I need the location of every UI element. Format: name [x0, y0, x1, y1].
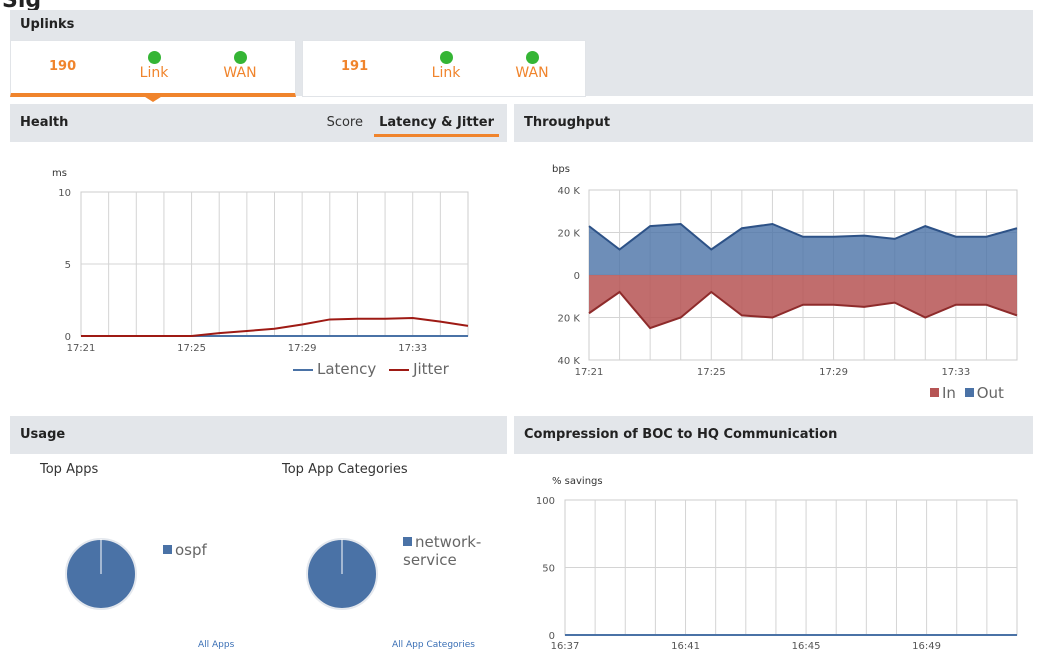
y-tick-label: 0: [574, 271, 580, 282]
cut-off-heading: Sig: [0, 0, 1037, 13]
x-tick-label: 17:25: [177, 343, 206, 354]
top-app-categories-pie: [306, 538, 378, 610]
y-axis-unit: bps: [552, 164, 570, 175]
legend-out-label: Out: [976, 384, 1004, 402]
y-tick-label: 40 K: [558, 186, 581, 197]
usage-header: Usage: [10, 416, 507, 454]
top-apps-legend-label: ospf: [175, 541, 207, 559]
x-tick-label: 17:29: [819, 367, 848, 378]
top-app-categories-legend[interactable]: network-service: [403, 533, 493, 569]
top-apps-legend[interactable]: ospf: [163, 541, 207, 559]
health-header: Health Score Latency & Jitter: [10, 104, 507, 142]
tab-score[interactable]: Score: [322, 115, 368, 134]
uplinks-panel: Uplinks 190 Link WAN 191 Link WAN: [10, 10, 1033, 97]
x-tick-label: 17:33: [941, 367, 970, 378]
uplink-card-190[interactable]: 190 Link WAN: [10, 40, 296, 97]
throughput-header: Throughput: [514, 104, 1033, 142]
legend-out[interactable]: Out: [964, 384, 1004, 402]
link-status: Link: [421, 51, 471, 81]
latency-swatch-icon: [293, 368, 313, 371]
throughput-chart: bps40 K20 K020 K40 K17:21 17:25 17:29 17:33: [552, 164, 1018, 378]
ospf-swatch-icon: [163, 545, 172, 554]
x-tick-label: 16:37: [551, 641, 580, 652]
top-app-categories-legend-label: network-service: [403, 533, 482, 569]
y-axis-unit: % savings: [552, 476, 603, 487]
y-tick-label: 20 K: [558, 229, 581, 240]
in-swatch-icon: [930, 388, 939, 397]
legend-jitter[interactable]: Jitter: [389, 360, 449, 378]
all-app-categories-link[interactable]: All App Categories: [392, 640, 475, 650]
y-tick-label: 100: [536, 496, 555, 507]
link-status: Link: [129, 51, 179, 81]
throughput-legend: In Out: [930, 384, 1004, 402]
y-tick-label: 10: [58, 188, 71, 199]
uplink-card-191[interactable]: 191 Link WAN: [302, 40, 586, 97]
y-tick-label: 50: [542, 564, 555, 575]
y-tick-label: 0: [65, 332, 71, 343]
x-tick-label: 17:33: [398, 343, 427, 354]
wan-status-dot-icon: [525, 51, 539, 64]
y-tick-label: 5: [65, 260, 71, 271]
top-app-categories-title: Top App Categories: [282, 462, 408, 477]
uplinks-title: Uplinks: [20, 17, 75, 32]
wan-status: WAN: [215, 51, 265, 81]
link-label: Link: [431, 65, 461, 81]
top-apps-title: Top Apps: [40, 462, 99, 477]
network-service-swatch-icon: [403, 537, 412, 546]
all-apps-link[interactable]: All Apps: [198, 640, 234, 650]
uplink-id: 190: [49, 59, 77, 74]
y-tick-label: 20 K: [558, 314, 581, 325]
link-label: Link: [139, 65, 169, 81]
selected-uplink-caret-icon: [142, 95, 164, 102]
legend-latency[interactable]: Latency: [293, 360, 376, 378]
wan-status-dot-icon: [233, 51, 247, 64]
usage-title: Usage: [20, 427, 66, 442]
legend-in-label: In: [942, 384, 956, 402]
wan-status: WAN: [507, 51, 557, 81]
wan-label: WAN: [515, 65, 549, 81]
legend-latency-label: Latency: [317, 360, 377, 378]
x-tick-label: 17:21: [67, 343, 96, 354]
health-legend: Latency Jitter: [285, 360, 449, 378]
y-axis-unit: ms: [52, 168, 67, 179]
latency-jitter-chart: ms 10 5 017:21 17:25 17:29 17:33: [52, 168, 469, 354]
compression-chart: % savings10050016:37 16:41 16:45 16:49: [536, 476, 1018, 652]
health-tabs: Score Latency & Jitter: [320, 115, 499, 137]
x-tick-label: 16:41: [671, 641, 700, 652]
uplink-id: 191: [341, 59, 369, 74]
legend-in[interactable]: In: [930, 384, 956, 402]
compression-header: Compression of BOC to HQ Communication: [514, 416, 1033, 454]
throughput-title: Throughput: [524, 115, 611, 130]
link-status-dot-icon: [147, 51, 161, 64]
health-title: Health: [20, 115, 69, 130]
x-tick-label: 16:45: [792, 641, 821, 652]
x-tick-label: 16:49: [912, 641, 941, 652]
x-tick-label: 17:29: [288, 343, 317, 354]
link-status-dot-icon: [439, 51, 453, 64]
compression-title: Compression of BOC to HQ Communication: [524, 427, 838, 442]
wan-label: WAN: [223, 65, 257, 81]
top-apps-pie: [65, 538, 137, 610]
out-swatch-icon: [964, 388, 974, 397]
legend-jitter-label: Jitter: [413, 360, 449, 378]
x-tick-label: 17:25: [697, 367, 726, 378]
y-tick-label: 40 K: [558, 356, 581, 367]
jitter-swatch-icon: [389, 368, 410, 371]
x-tick-label: 17:21: [575, 367, 604, 378]
tab-latency-jitter[interactable]: Latency & Jitter: [374, 115, 499, 137]
